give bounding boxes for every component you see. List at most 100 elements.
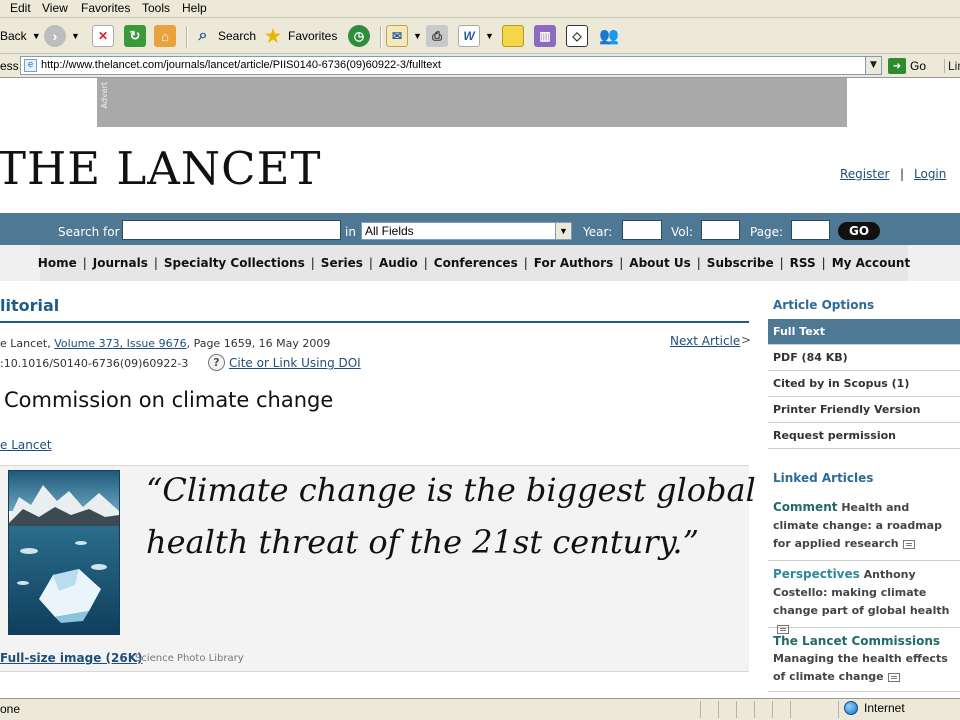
search-query-input[interactable] — [122, 220, 341, 240]
edit-button[interactable]: W ▼ — [458, 24, 494, 48]
linked-article-commissions[interactable]: The Lancet Commissions Managing the heal… — [768, 628, 960, 692]
volume-issue-link[interactable]: Volume 373, Issue 9676 — [54, 337, 186, 350]
nav-separator: | — [619, 256, 624, 270]
login-link[interactable]: Login — [914, 167, 946, 181]
section-divider — [0, 321, 749, 323]
linked-article-type: The Lancet Commissions — [773, 634, 940, 648]
article-sidebar: Article Options Full Text PDF (84 KB) Ci… — [768, 290, 960, 694]
option-full-text[interactable]: Full Text — [768, 319, 960, 345]
fullsize-image-link[interactable]: Full-size image (26K) — [0, 651, 143, 665]
history-button[interactable]: ◷ — [348, 24, 370, 48]
search-field-select[interactable]: All Fields ▼ — [361, 222, 572, 240]
menu-favorites[interactable]: Favorites — [81, 1, 130, 15]
next-article-link[interactable]: Next Article — [670, 334, 740, 348]
menu-edit[interactable]: Edit — [10, 1, 31, 15]
stop-button[interactable]: ✕ — [92, 24, 114, 48]
year-input[interactable] — [622, 220, 662, 240]
mail-dropdown-icon[interactable]: ▼ — [413, 31, 422, 41]
search-field-value: All Fields — [365, 224, 414, 238]
account-separator: | — [900, 167, 905, 181]
status-pane — [790, 701, 791, 718]
security-zone: Internet — [844, 701, 905, 715]
home-button[interactable]: ⌂ — [154, 24, 176, 48]
messenger-button[interactable]: 👥 — [598, 24, 620, 48]
citation-prefix: e Lancet, — [0, 337, 55, 350]
option-cited-by-scopus[interactable]: Cited by in Scopus (1) — [768, 371, 960, 397]
research-button[interactable]: ▥ — [534, 24, 556, 48]
nav-for-authors[interactable]: For Authors — [534, 256, 613, 270]
go-button[interactable]: ➜ Go — [888, 57, 926, 75]
nav-specialty-collections[interactable]: Specialty Collections — [164, 256, 305, 270]
search-button[interactable]: ⌕ Search — [192, 24, 257, 48]
nav-about-us[interactable]: About Us — [629, 256, 690, 270]
page-input[interactable] — [791, 220, 830, 240]
status-pane — [838, 701, 839, 718]
nav-my-account[interactable]: My Account — [832, 256, 911, 270]
url-dropdown-icon[interactable]: ▼ — [865, 57, 881, 74]
abstract-icon[interactable] — [887, 672, 900, 682]
page-label: Page: — [750, 225, 784, 239]
linked-article-perspectives[interactable]: Perspectives Anthony Costello: making cl… — [768, 561, 960, 634]
option-pdf[interactable]: PDF (84 KB) — [768, 345, 960, 371]
help-icon[interactable]: ? — [208, 354, 225, 371]
status-pane — [736, 701, 737, 718]
nav-separator: | — [523, 256, 528, 270]
search-go-button[interactable]: GO — [838, 222, 880, 240]
nav-audio[interactable]: Audio — [379, 256, 418, 270]
forward-button[interactable]: › ▼ — [44, 24, 80, 48]
option-request-permission[interactable]: Request permission — [768, 423, 960, 449]
refresh-icon: ↻ — [124, 25, 146, 47]
refresh-button[interactable]: ↻ — [124, 24, 146, 48]
printer-icon: ⎙ — [426, 25, 448, 47]
address-bar: ess e http://www.thelancet.com/journals/… — [0, 54, 960, 78]
toolbar-separator — [380, 26, 381, 48]
cite-doi-link[interactable]: Cite or Link Using DOI — [229, 356, 361, 370]
linked-article-type: Comment — [773, 500, 838, 514]
nav-conferences[interactable]: Conferences — [434, 256, 518, 270]
journal-link[interactable]: e Lancet — [0, 438, 52, 452]
next-article-chevron-icon[interactable]: > — [741, 333, 751, 347]
forward-dropdown-icon[interactable]: ▼ — [71, 31, 80, 41]
menu-help[interactable]: Help — [182, 1, 207, 15]
mail-button[interactable]: ✉ ▼ — [386, 24, 422, 48]
menu-tools[interactable]: Tools — [142, 1, 170, 15]
option-printer-friendly[interactable]: Printer Friendly Version — [768, 397, 960, 423]
linked-article-comment[interactable]: Comment Health and climate change: a roa… — [768, 494, 960, 561]
back-button[interactable]: Back ▼ — [0, 24, 41, 48]
main-nav: Home | Journals | Specialty Collections … — [0, 245, 960, 281]
mail-icon: ✉ — [386, 25, 408, 47]
menu-bar: Edit View Favorites Tools Help — [0, 0, 960, 18]
window-icon: ◇ — [566, 25, 588, 47]
print-button[interactable]: ⎙ — [426, 24, 448, 48]
discuss-button[interactable] — [502, 24, 524, 48]
favorites-button[interactable]: ★ Favorites — [262, 24, 337, 48]
search-for-label: Search for — [58, 225, 120, 239]
back-dropdown-icon[interactable]: ▼ — [32, 31, 41, 41]
register-link[interactable]: Register — [840, 167, 889, 181]
address-label: ess — [0, 59, 19, 73]
site-logo[interactable]: THE LANCET — [0, 142, 321, 195]
maximize-button[interactable]: ◇ — [566, 24, 588, 48]
abstract-icon[interactable] — [902, 539, 915, 549]
nav-journals[interactable]: Journals — [93, 256, 148, 270]
select-dropdown-icon[interactable]: ▼ — [555, 223, 571, 239]
menu-view[interactable]: View — [42, 1, 68, 15]
citation-suffix: , Page 1659, 16 May 2009 — [186, 337, 331, 350]
messenger-icon: 👥 — [599, 28, 619, 45]
nav-home[interactable]: Home — [38, 256, 77, 270]
nav-series[interactable]: Series — [321, 256, 363, 270]
ad-banner[interactable] — [97, 78, 847, 127]
star-icon: ★ — [264, 25, 282, 46]
url-input[interactable]: e http://www.thelancet.com/journals/lanc… — [20, 56, 882, 75]
image-credit: Science Photo Library — [135, 653, 244, 664]
search-icon: ⌕ — [198, 27, 208, 44]
vol-input[interactable] — [701, 220, 740, 240]
edit-dropdown-icon[interactable]: ▼ — [485, 31, 494, 41]
nav-rss[interactable]: RSS — [790, 256, 816, 270]
linked-article-type: Perspectives — [773, 567, 860, 581]
nav-subscribe[interactable]: Subscribe — [707, 256, 774, 270]
links-button[interactable]: Lin — [944, 59, 960, 73]
browser-toolbar: Back ▼ › ▼ ✕ ↻ ⌂ ⌕ Search ★ Favorites ◷ … — [0, 18, 960, 54]
back-label: Back — [0, 29, 27, 43]
figure-image[interactable] — [8, 470, 120, 635]
